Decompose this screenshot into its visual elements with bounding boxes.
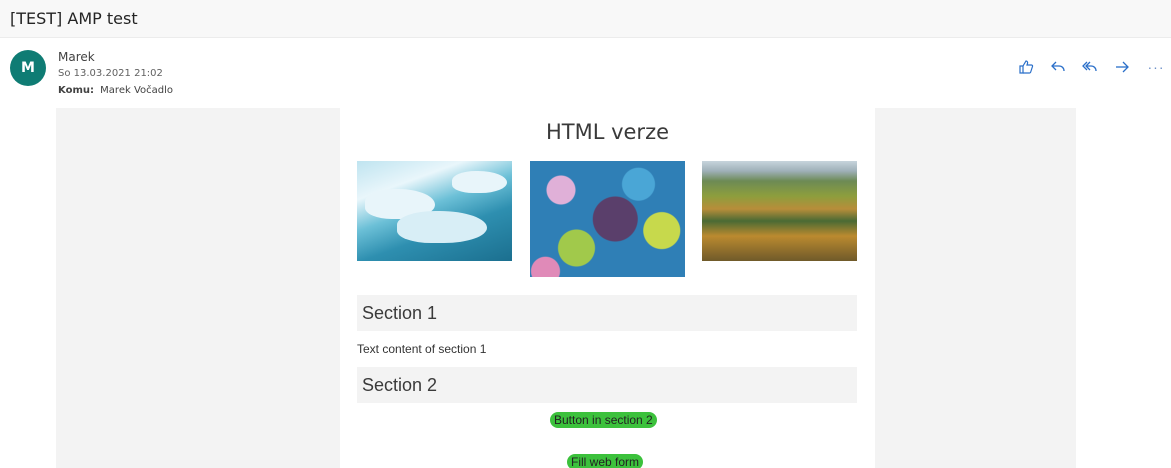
sender-name[interactable]: Marek [58, 50, 95, 64]
subject-bar: [TEST] AMP test [0, 0, 1171, 38]
more-icon[interactable]: ··· [1145, 57, 1167, 77]
sent-date: So 13.03.2021 21:02 [58, 68, 163, 79]
like-icon[interactable] [1015, 57, 1037, 77]
reply-all-icon[interactable] [1079, 57, 1101, 77]
reply-icon[interactable] [1047, 57, 1069, 77]
email-heading: HTML verze [545, 120, 670, 144]
section-2-button[interactable]: Button in section 2 [550, 412, 657, 428]
recipient-name[interactable]: Marek Vočadlo [100, 85, 173, 96]
section-2-header[interactable]: Section 2 [357, 367, 857, 403]
fields-photo [702, 161, 857, 261]
flowers-photo [530, 161, 685, 277]
section-1-text: Text content of section 1 [357, 342, 487, 356]
recipient-line: Komu: Marek Vočadlo [58, 85, 173, 96]
message-actions: ··· [1015, 57, 1171, 77]
section-1-header[interactable]: Section 1 [357, 295, 857, 331]
to-label: Komu: [58, 85, 94, 96]
avatar[interactable]: M [10, 50, 46, 86]
fill-web-form-button[interactable]: Fill web form [567, 454, 644, 468]
forward-icon[interactable] [1111, 57, 1133, 77]
email-subject: [TEST] AMP test [10, 9, 138, 28]
ice-photo [357, 161, 512, 261]
